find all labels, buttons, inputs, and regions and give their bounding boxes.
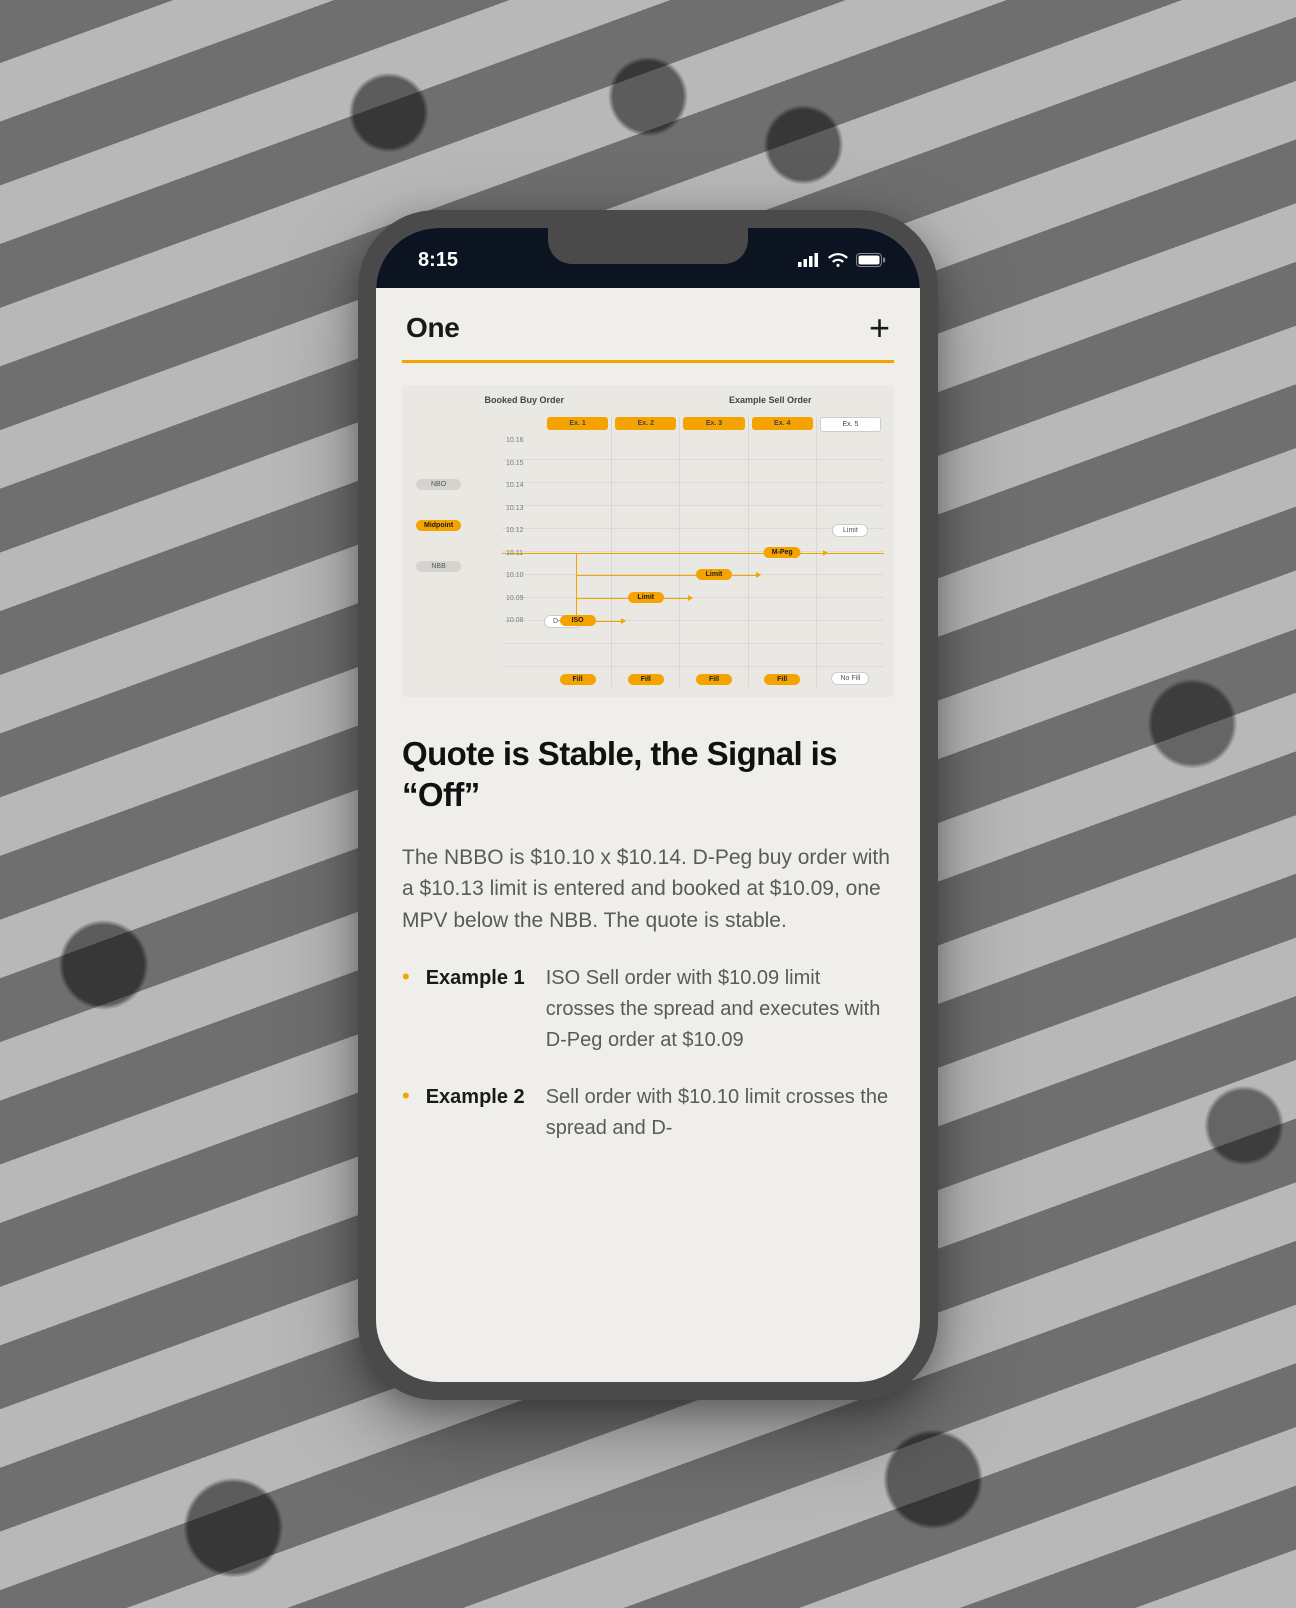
status-bar: 8:15 [376,228,920,288]
cell-limit: Limit [628,592,664,603]
example-body: ISO Sell order with $10.09 limit crosses… [546,963,894,1056]
example-body: Sell order with $10.10 limit crosses the… [546,1082,894,1144]
col-header: Ex. 5 [820,417,881,432]
price-label: 10.09 [506,595,524,602]
phone-screen: 8:15 One + Booked Buy Or [376,228,920,1382]
list-item: • Example 1 ISO Sell order with $10.09 l… [402,963,894,1056]
bullet-icon: • [402,1082,410,1144]
phone-notch [548,228,748,264]
article-paragraph: The NBBO is $10.10 x $10.14. D-Peg buy o… [402,842,894,938]
price-label: 10.14 [506,482,524,489]
marker-nbb: NBB [416,561,461,572]
diagram-right-header: Example Sell Order [729,395,812,405]
cell-nofill: No Fill [831,672,869,685]
price-label: 10.15 [506,460,524,467]
price-label: 10.11 [506,550,524,557]
battery-icon [856,253,886,267]
diagram-col-5: Ex. 5 Limit No Fill [816,417,884,687]
status-time: 8:15 [418,249,458,272]
example-list: • Example 1 ISO Sell order with $10.09 l… [402,963,894,1144]
price-label: 10.13 [506,505,524,512]
diagram-col-4: Ex. 4 M-Peg Fill [748,417,816,687]
cell-fill: Fill [628,674,664,685]
cell-fill: Fill [560,674,596,685]
list-item: • Example 2 Sell order with $10.10 limit… [402,1082,894,1144]
cell-limit: Limit [832,524,868,537]
diagram-col-2: Ex. 2 Limit Fill [611,417,679,687]
col-header: Ex. 2 [615,417,676,430]
status-indicators [798,253,886,267]
diagram-price-labels: 10.16 10.15 10.14 10.13 10.12 10.11 10.1… [506,437,524,624]
cellular-icon [798,253,820,267]
app-content: One + Booked Buy Order Example Sell Orde… [376,288,920,1382]
cell-fill: Fill [696,674,732,685]
tab-one[interactable]: One [406,312,460,344]
bullet-icon: • [402,963,410,1056]
price-label: 10.08 [506,617,524,624]
cell-fill: Fill [764,674,800,685]
tab-bar: One + [402,288,894,363]
col-header: Ex. 1 [547,417,608,430]
diagram-columns: Ex. 1 D-Peg ISO Fill Ex. 2 Limit Fill Ex… [544,417,884,687]
price-label: 10.12 [506,527,524,534]
diagram-col-3: Ex. 3 Limit Fill [679,417,747,687]
article-title: Quote is Stable, the Signal is “Off” [402,733,894,816]
order-diagram: Booked Buy Order Example Sell Order 10.1… [402,385,894,697]
diagram-left-header: Booked Buy Order [484,395,564,405]
example-label: Example 2 [426,1082,530,1144]
phone-frame: 8:15 One + Booked Buy Or [358,210,938,1400]
cell-iso: ISO [560,615,596,626]
wifi-icon [828,253,848,267]
add-tab-button[interactable]: + [869,310,890,346]
example-label: Example 1 [426,963,530,1056]
marker-nbo: NBO [416,479,461,490]
marker-midpoint: Midpoint [416,520,461,531]
price-label: 10.16 [506,437,524,444]
price-label: 10.10 [506,572,524,579]
cell-limit: Limit [696,569,732,580]
col-header: Ex. 3 [683,417,744,430]
diagram-col-1: Ex. 1 D-Peg ISO Fill [544,417,611,687]
cell-mpeg: M-Peg [764,547,801,558]
col-header: Ex. 4 [752,417,813,430]
